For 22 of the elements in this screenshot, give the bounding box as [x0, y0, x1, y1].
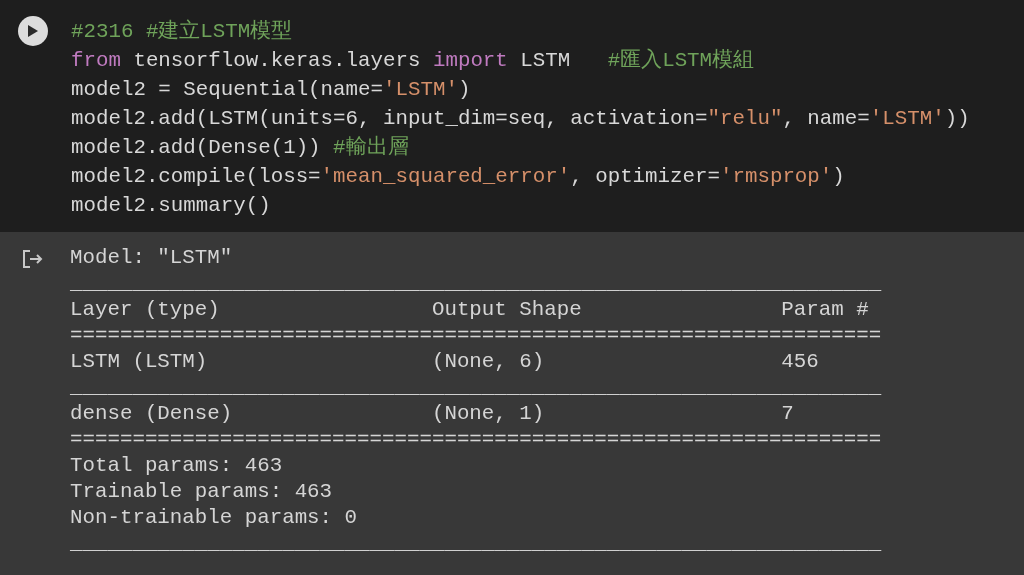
output-line: LSTM (LSTM) (None, 6) 456: [70, 349, 820, 375]
code-line: from tensorflow.keras.layers import LSTM #匯入LSTM模組: [71, 47, 756, 74]
output-line: _________________________________________________________________: [70, 375, 882, 401]
code-line: model2.add(LSTM(units=6, input_dim=seq, activation="relu", name='LSTM')): [71, 106, 970, 132]
run-button[interactable]: [18, 16, 48, 46]
output-icon: [22, 249, 44, 269]
output-line: Model: "LSTM": [70, 245, 234, 271]
output-line: _________________________________________________________________: [70, 271, 882, 297]
code-line: model2.summary(): [71, 193, 272, 219]
output-line: Trainable params: 463: [70, 479, 334, 505]
output-line: =================================================================: [70, 323, 882, 349]
code-line: model2.compile(loss='mean_squared_error', optimizer='rmsprop'): [71, 164, 846, 190]
output-line: Layer (type) Output Shape Param #: [70, 297, 870, 323]
output-line: dense (Dense) (None, 1) 7: [70, 401, 795, 427]
output-line: _________________________________________________________________: [70, 531, 882, 557]
code-line: model2.add(Dense(1)) #輸出層: [71, 134, 410, 161]
output-line: =================================================================: [70, 427, 882, 453]
play-icon: [28, 25, 38, 37]
output-line: Non-trainable params: 0: [70, 505, 359, 531]
code-line: #2316 #建立LSTM模型: [71, 18, 294, 45]
code-line: model2 = Sequential(name='LSTM'): [71, 77, 472, 103]
output-line: Total params: 463: [70, 453, 284, 479]
